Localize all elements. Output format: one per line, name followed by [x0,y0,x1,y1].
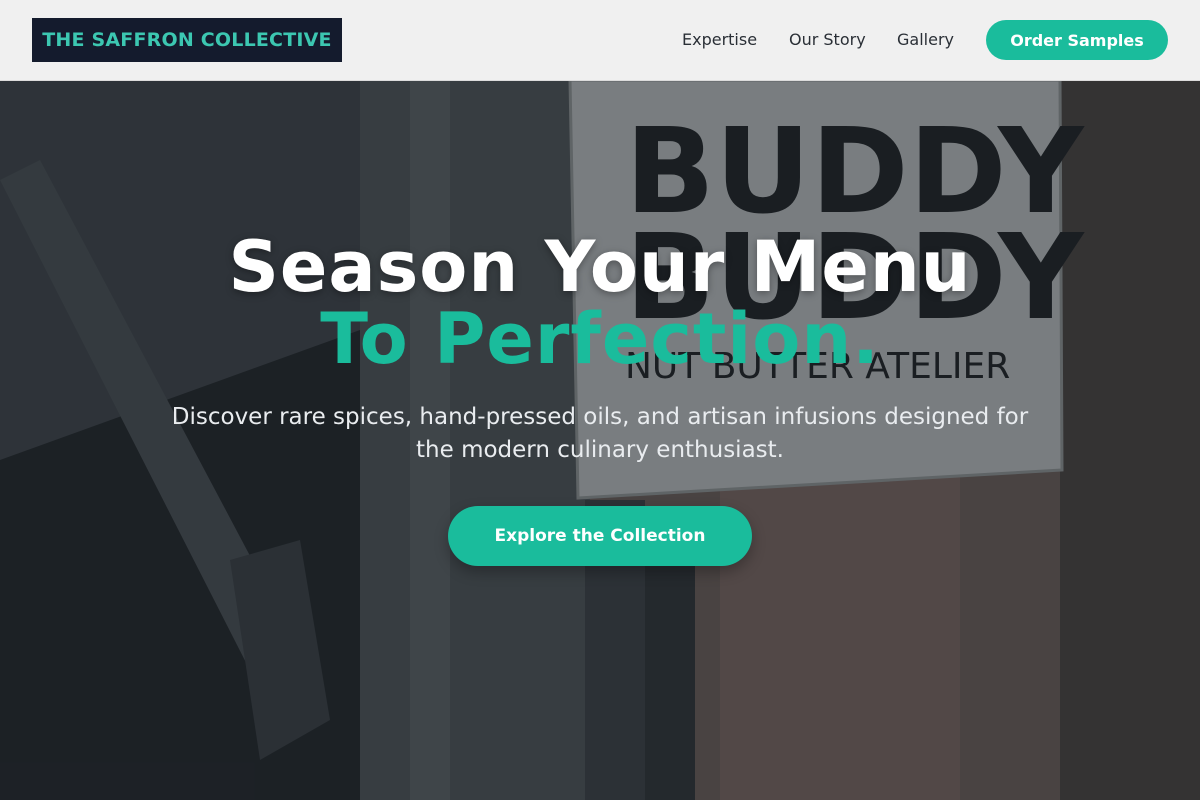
nav-link-our-story[interactable]: Our Story [789,30,866,49]
hero-section: Season Your Menu To Perfection. Discover… [0,81,1200,800]
hero-title-accent: To Perfection. [320,298,880,380]
order-samples-button[interactable]: Order Samples [986,20,1168,60]
nav-link-gallery[interactable]: Gallery [897,30,954,49]
brand-logo[interactable]: THE SAFFRON COLLECTIVE [32,18,342,62]
brand-name: THE SAFFRON COLLECTIVE [42,29,332,51]
site-header: THE SAFFRON COLLECTIVE Expertise Our Sto… [0,0,1200,81]
nav-link-expertise[interactable]: Expertise [682,30,757,49]
hero-description: Discover rare spices, hand-pressed oils,… [171,404,1029,463]
hero-title: Season Your Menu [228,226,972,308]
landing-page: BUDDY BUDDY NUT BUTTER ATELIER THE SAFFR… [0,0,1200,800]
explore-collection-button[interactable]: Explore the Collection [448,506,752,566]
